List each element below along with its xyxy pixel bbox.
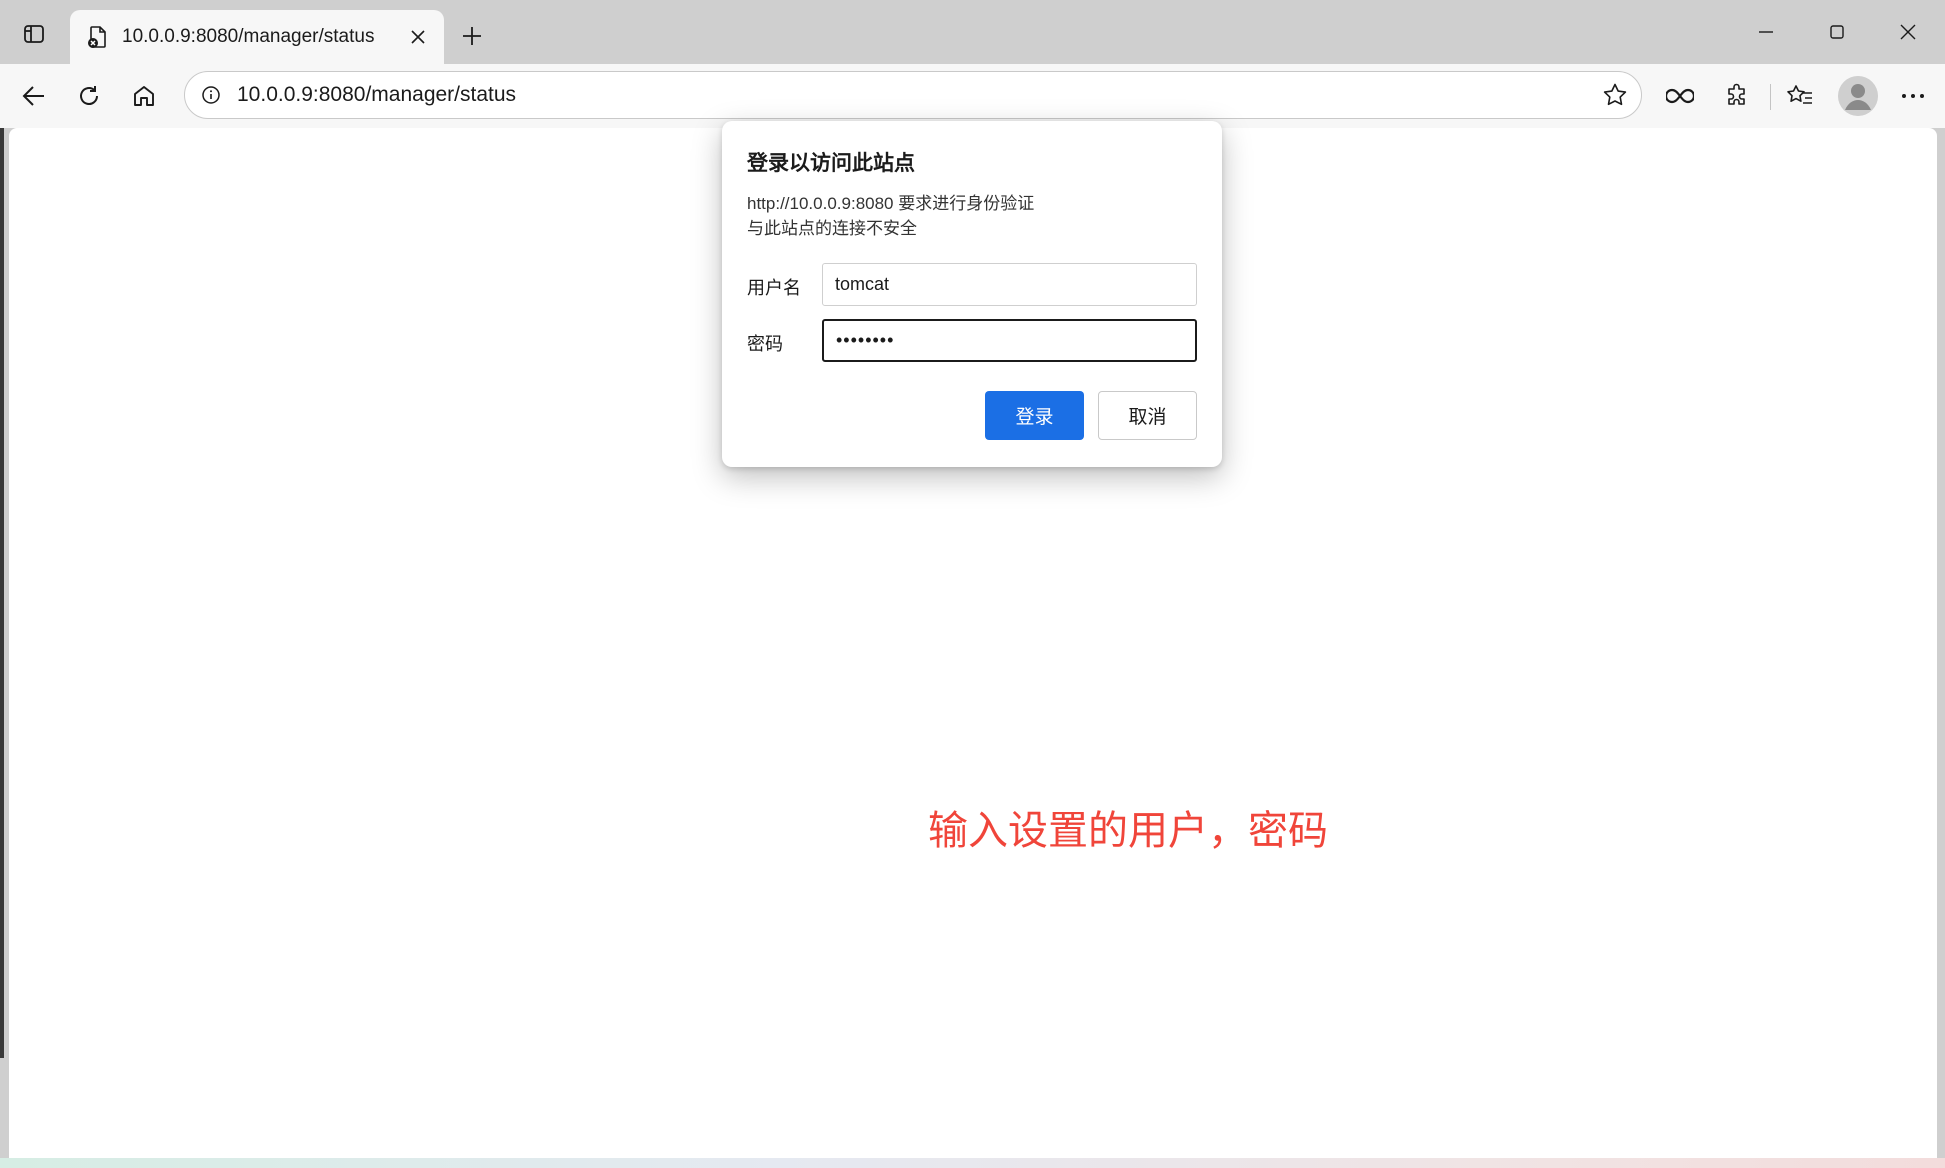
info-icon [202,86,220,104]
browser-toolbar: 10.0.0.9:8080/manager/status [0,64,1945,128]
tab-actions-icon [23,23,45,50]
username-field[interactable] [822,263,1197,306]
favorites-icon [1787,85,1812,104]
close-icon [1900,24,1916,40]
favorites-button[interactable] [1778,74,1822,118]
close-tab-button[interactable] [400,19,436,55]
tab-bar: 10.0.0.9:8080/manager/status [0,0,1945,64]
password-field[interactable]: •••••••• [822,319,1197,362]
password-label: 密码 [747,334,783,354]
browser-window: 10.0.0.9:8080/manager/status 10.0.0.9:80… [0,0,1945,1168]
site-info-button[interactable] [185,71,237,119]
insecure-connection-text: 与此站点的连接不安全 [747,219,917,238]
more-icon [1902,94,1924,98]
favorite-button[interactable] [1589,71,1641,119]
puzzle-icon [1728,83,1745,105]
tab-actions-button[interactable] [14,16,54,56]
address-bar[interactable]: 10.0.0.9:8080/manager/status [184,71,1642,119]
back-button[interactable] [12,74,56,118]
window-edge [0,128,4,1058]
new-tab-button[interactable] [452,16,492,56]
active-tab[interactable]: 10.0.0.9:8080/manager/status [70,10,444,64]
more-button[interactable] [1891,74,1935,118]
tab-title: 10.0.0.9:8080/manager/status [122,26,375,47]
extensions-button[interactable] [1715,74,1759,118]
star-icon [1603,83,1627,106]
profile-avatar[interactable] [1838,76,1878,116]
minimize-button[interactable] [1738,12,1794,52]
plus-icon [463,27,481,45]
login-button[interactable]: 登录 [985,391,1084,440]
infinity-icon [1666,88,1694,104]
dialog-message: http://10.0.0.9:8080 要求进行身份验证 与此站点的连接不安全 [747,191,1034,241]
maximize-icon [1830,25,1844,39]
minimize-icon [1759,31,1773,33]
refresh-icon [80,86,98,105]
auth-required-text: http://10.0.0.9:8080 要求进行身份验证 [747,194,1035,213]
avatar-icon [1838,76,1878,116]
username-label: 用户名 [747,278,801,298]
toolbar-separator [1770,84,1771,110]
home-button[interactable] [122,74,166,118]
auth-dialog: 登录以访问此站点 http://10.0.0.9:8080 要求进行身份验证 与… [722,121,1222,467]
maximize-button[interactable] [1809,12,1865,52]
page-error-icon [84,23,112,51]
url-text[interactable]: 10.0.0.9:8080/manager/status [237,83,1589,107]
taskbar-strip [0,1158,1945,1168]
back-arrow-icon [22,86,44,106]
annotation-text: 输入设置的用户，密码 [928,809,1328,853]
copilot-button[interactable] [1658,74,1702,118]
close-icon [411,30,425,44]
refresh-button[interactable] [67,74,111,118]
close-window-button[interactable] [1880,12,1936,52]
home-icon [134,86,154,106]
dialog-title: 登录以访问此站点 [747,152,915,175]
cancel-button[interactable]: 取消 [1098,391,1197,440]
